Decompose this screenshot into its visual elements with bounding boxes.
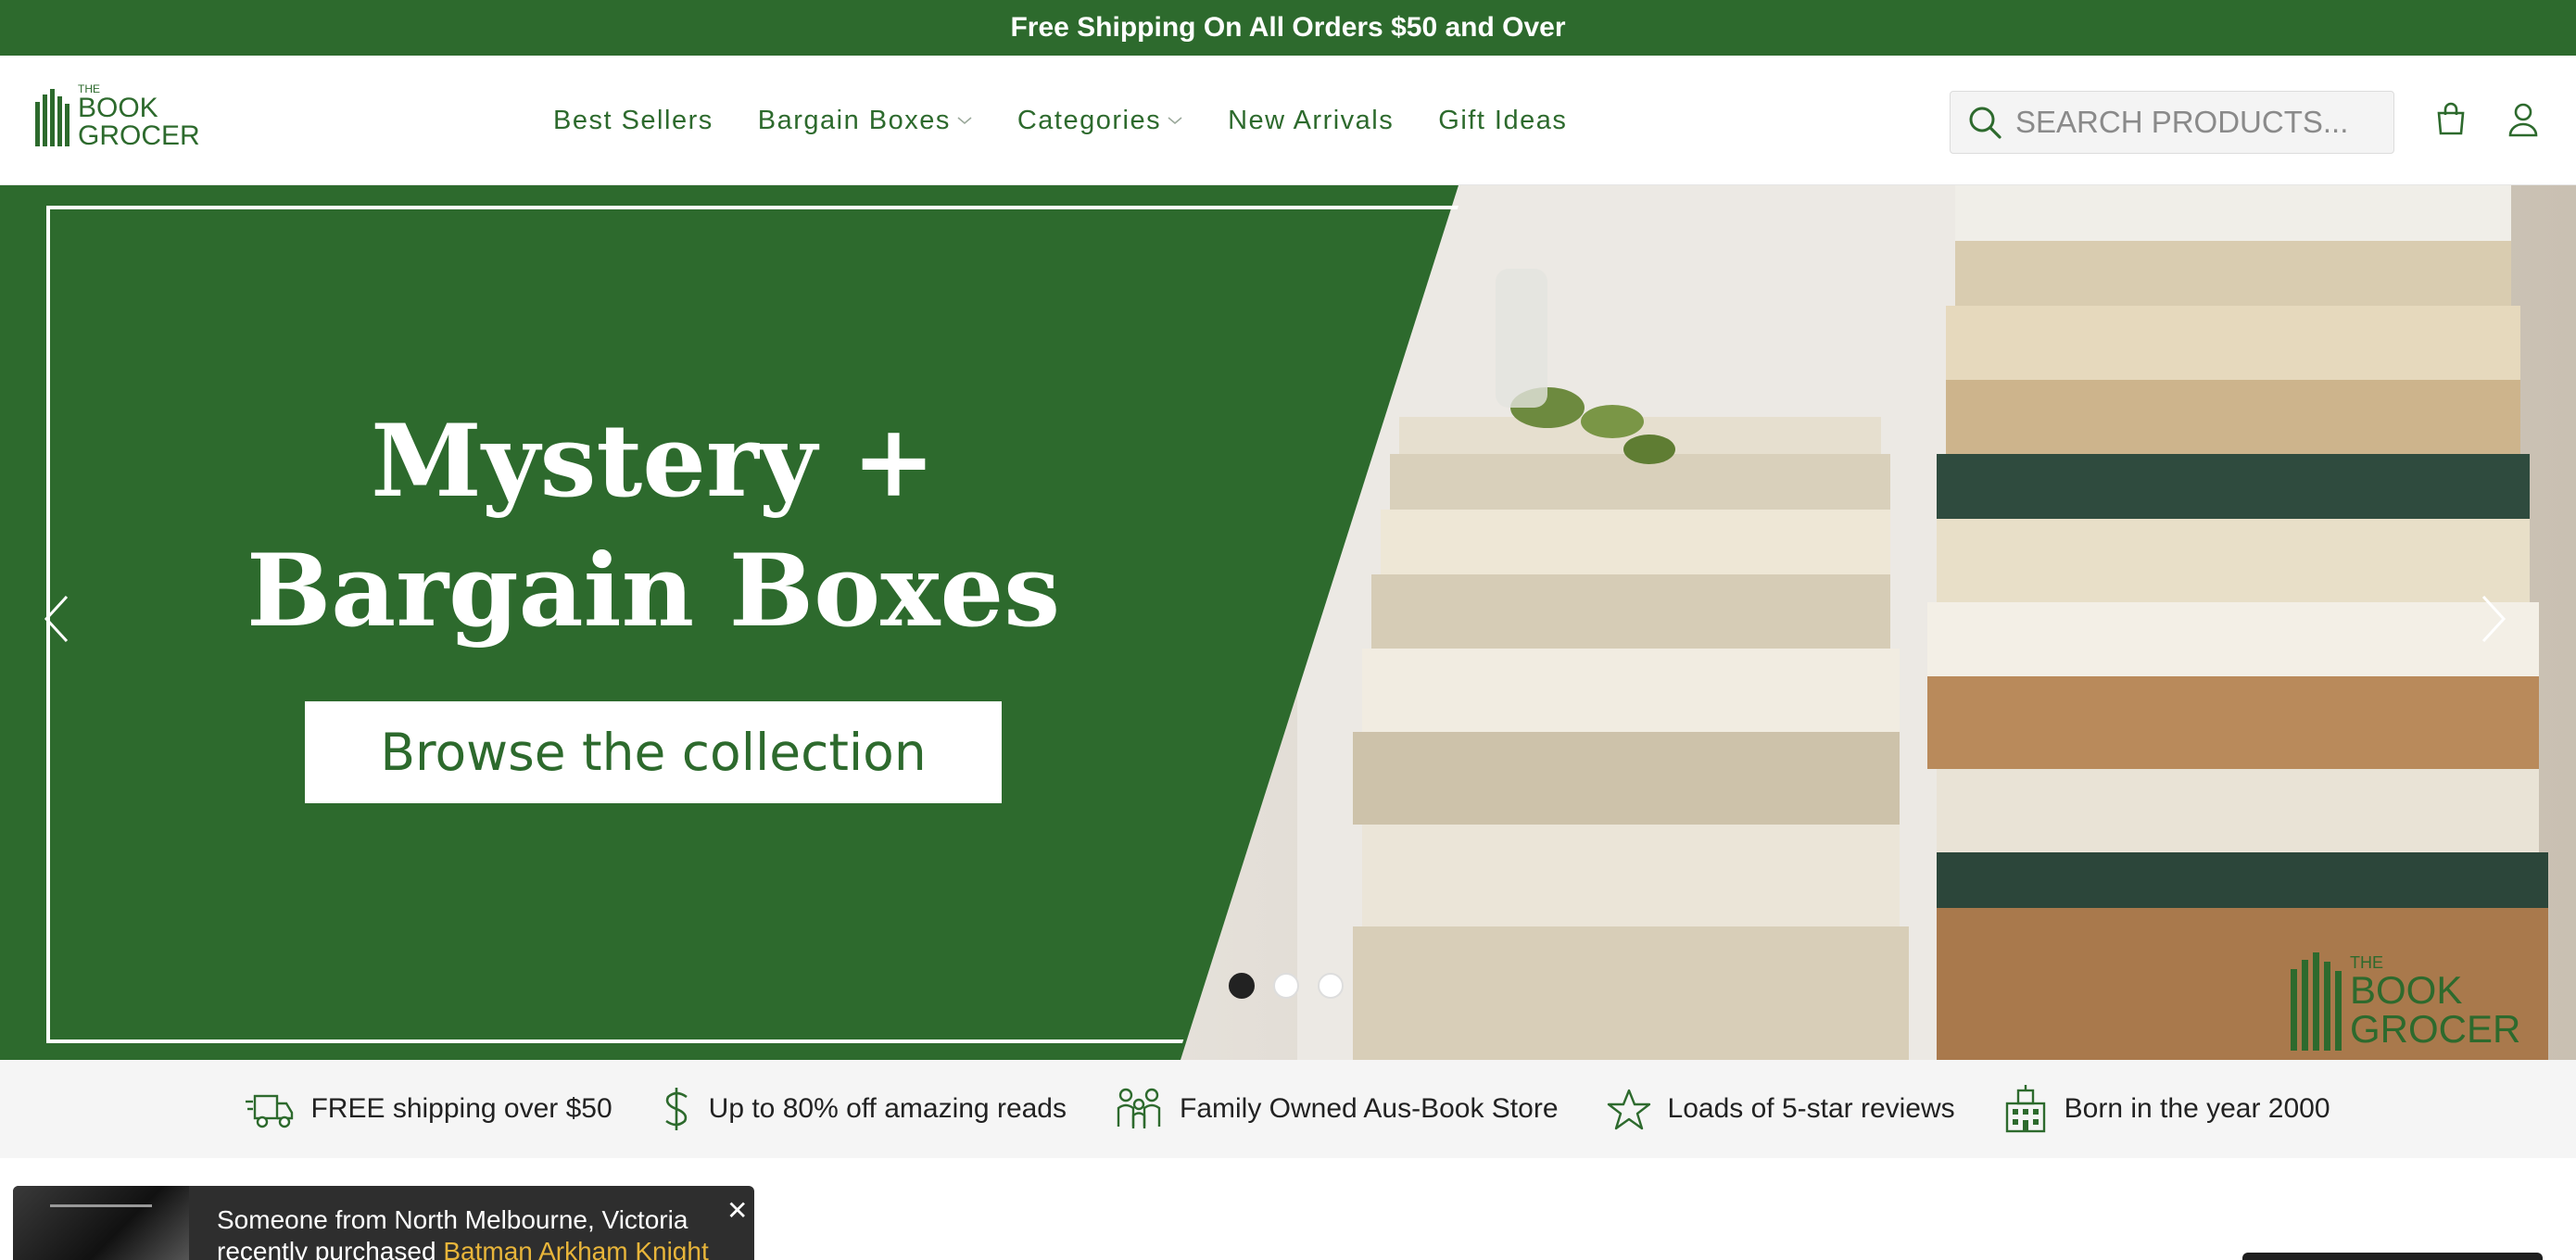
carousel-dot-1[interactable]: [1229, 973, 1255, 999]
feature-text: Born in the year 2000: [2064, 1093, 2330, 1124]
hero-title-line1: Mystery +: [371, 403, 936, 520]
chat-widget-tab[interactable]: [2242, 1253, 2543, 1260]
dollar-icon: [661, 1086, 692, 1132]
search-icon[interactable]: [1967, 105, 2002, 140]
photo-logo-line2: GROCER: [2350, 1007, 2521, 1051]
logo-line1: BOOK: [78, 93, 158, 123]
hero-carousel: Mystery + Bargain Boxes Browse the colle…: [0, 185, 2576, 1060]
photo-logo-line1: BOOK: [2350, 968, 2463, 1012]
logo-bars-icon: [35, 89, 69, 146]
notification-line1: Someone from North Melbourne, Victoria: [217, 1205, 688, 1234]
chevron-down-icon: [956, 115, 973, 126]
shopping-bag-icon[interactable]: [2435, 102, 2467, 140]
hero-title: Mystery + Bargain Boxes: [185, 397, 1121, 656]
nav-item-categories[interactable]: Categories: [1017, 106, 1183, 136]
feature-text: Up to 80% off amazing reads: [708, 1093, 1067, 1124]
nav-label: Gift Ideas: [1438, 105, 1568, 135]
feature-free-shipping: FREE shipping over $50: [246, 1087, 612, 1131]
nav-label: Best Sellers: [553, 105, 713, 135]
family-icon: [1115, 1086, 1163, 1132]
hero-title-line2: Bargain Boxes: [246, 533, 1061, 649]
main-nav: Best Sellers Bargain Boxes Categories Ne…: [553, 56, 1611, 185]
carousel-dot-3[interactable]: [1318, 973, 1344, 999]
carousel-dot-2[interactable]: [1273, 973, 1299, 999]
search-box: [1950, 91, 2394, 154]
star-icon: [1607, 1088, 1651, 1130]
feature-discount: Up to 80% off amazing reads: [661, 1086, 1067, 1132]
nav-label: Categories: [1017, 105, 1162, 135]
feature-born-2000: Born in the year 2000: [2003, 1085, 2330, 1133]
photo-book-grocer-logo: THE BOOK GROCER: [2289, 951, 2530, 1057]
chevron-down-icon: [1167, 115, 1183, 126]
right-book-stack: [1927, 185, 2548, 1060]
nav-label: New Arrivals: [1228, 105, 1395, 135]
notification-product-link[interactable]: Batman Arkham Knight: [443, 1237, 708, 1260]
carousel-dots: [1229, 973, 1362, 999]
carousel-prev-arrow-icon[interactable]: [41, 593, 72, 649]
left-book-stack: [1353, 417, 1909, 1060]
product-thumbnail[interactable]: [13, 1186, 189, 1260]
site-logo[interactable]: THE BOOK GROCER: [35, 83, 202, 150]
product-cover-art: [50, 1204, 152, 1232]
logo-wordmark: THE BOOK GROCER: [78, 83, 200, 150]
feature-text: Loads of 5-star reviews: [1667, 1093, 1955, 1124]
feature-text: Family Owned Aus-Book Store: [1180, 1093, 1559, 1124]
user-icon[interactable]: [2507, 102, 2539, 142]
announcement-bar: Free Shipping On All Orders $50 and Over: [0, 0, 2576, 56]
features-strip: FREE shipping over $50 Up to 80% off ama…: [0, 1060, 2576, 1158]
feature-family-owned: Family Owned Aus-Book Store: [1115, 1086, 1559, 1132]
notification-message: Someone from North Melbourne, Victoria r…: [217, 1204, 709, 1260]
nav-label: Bargain Boxes: [757, 105, 951, 135]
site-header: THE BOOK GROCER Best Sellers Bargain Box…: [0, 56, 2576, 185]
browse-collection-button[interactable]: Browse the collection: [305, 701, 1002, 803]
feature-text: FREE shipping over $50: [310, 1093, 612, 1124]
logo-line2: GROCER: [78, 120, 200, 151]
photo-logo-wordmark: THE BOOK GROCER: [2350, 954, 2520, 1049]
search-input[interactable]: [2015, 105, 2377, 140]
nav-item-best-sellers[interactable]: Best Sellers: [553, 106, 713, 136]
nav-item-gift-ideas[interactable]: Gift Ideas: [1438, 106, 1567, 136]
announcement-text: Free Shipping On All Orders $50 and Over: [1010, 12, 1566, 43]
nav-item-new-arrivals[interactable]: New Arrivals: [1228, 106, 1394, 136]
delivery-truck-icon: [246, 1087, 294, 1131]
recent-purchase-notification[interactable]: Someone from North Melbourne, Victoria r…: [13, 1186, 754, 1260]
notification-line2-prefix: recently purchased: [217, 1237, 436, 1260]
close-icon[interactable]: ✕: [726, 1195, 748, 1226]
building-icon: [2003, 1085, 2048, 1133]
carousel-next-arrow-icon[interactable]: [2478, 593, 2509, 649]
feature-reviews: Loads of 5-star reviews: [1607, 1088, 1955, 1130]
nav-item-bargain-boxes[interactable]: Bargain Boxes: [758, 106, 973, 136]
